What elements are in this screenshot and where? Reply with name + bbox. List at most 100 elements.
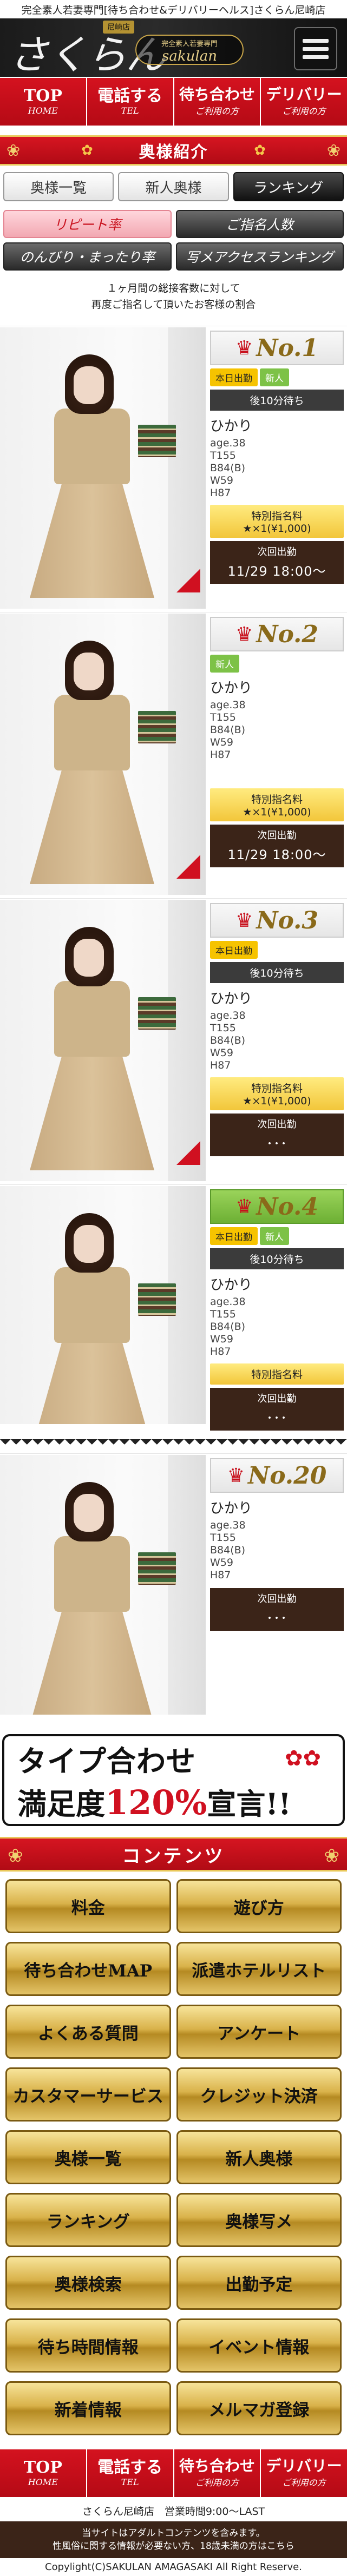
content-button-survey[interactable]: アンケート [176,2005,342,2059]
nav-label: TOP [23,86,62,106]
tag-today: 本日出勤 [210,368,258,386]
girl-name[interactable]: ひかり [210,677,344,697]
rank-number: No.2 [256,620,318,648]
profile-info: ♛ No.1 本日出勤 新人 後10分待ち ひかり age.38 T155 B84(B)… [206,327,347,609]
special-fee: 特別指名料 [210,1363,344,1385]
profile-photo[interactable] [0,1186,206,1424]
profile-photo[interactable] [0,327,206,609]
menu-bar [303,47,329,51]
tag-today: 本日出勤 [210,941,258,959]
next-shift: 次回出勤 11/29 18:00～ [210,825,344,867]
menu-bar [303,38,329,43]
nav-meet[interactable]: 待ち合わせ ご利用の方 [174,2449,261,2497]
rank-number: No.3 [256,906,318,934]
nav-top[interactable]: TOP HOME [0,78,87,126]
ranking-card[interactable]: ♛ No.4 本日出勤 新人 後10分待ち ひかり age.38 T155 B84(B)… [0,1184,347,1434]
ranking-description: １ヶ月間の総接客数に対して 再度ご指名して頂いたお客様の割合 [0,276,347,326]
nav-delivery[interactable]: デリバリー ご利用の方 [261,2449,347,2497]
nav-top[interactable]: TOP HOME [0,2449,87,2497]
corner-arrow-icon [176,569,200,592]
content-button-search[interactable]: 奥様検索 [5,2256,171,2310]
subtab-relaxed-rate[interactable]: のんびり・まったり率 [3,242,172,271]
content-button-ranking[interactable]: ランキング [5,2193,171,2247]
rank-number: No.20 [247,1461,327,1490]
ranking-card[interactable]: ♛ No.3 本日出勤 後10分待ち ひかり age.38 T155 B84(B) W5… [0,898,347,1184]
contents-grid: 料金 遊び方 待ち合わせMAP 派遣ホテルリスト よくある質問 アンケート カス… [0,1872,347,2443]
content-button-news[interactable]: 新着情報 [5,2381,171,2435]
crown-icon: ♛ [235,623,253,645]
flower-icon: ❀ [324,1845,340,1867]
nav-tel[interactable]: 電話する TEL [87,78,174,126]
content-button-new[interactable]: 新人奥様 [176,2130,342,2184]
tab-ranking[interactable]: ランキング [233,172,344,201]
nav-delivery[interactable]: デリバリー ご利用の方 [261,78,347,126]
promo-banner[interactable]: タイプ合わせ 満足度120%宣言!! ✿✿ [2,1734,345,1826]
profile-photo[interactable] [0,900,206,1181]
header: さくらん 尼崎店 完全素人若妻専門 sakulan [0,18,347,77]
profile-stats: age.38 T155 B84(B) W59 H87 [210,437,246,499]
content-button-howto[interactable]: 遊び方 [176,1879,342,1933]
profile-info: ♛ No.4 本日出勤 新人 後10分待ち ひかり age.38 T155 B84(B)… [206,1186,347,1431]
nav-sub: ご利用の方 [282,2477,326,2488]
content-button-newsletter[interactable]: メルマガ登録 [176,2381,342,2435]
nav-sub: TEL [121,2477,139,2488]
special-fee: 特別指名料 ★×1(¥1,000) [210,788,344,821]
profile-stats: age.38 T155 B84(B) W59 H87 [210,1519,246,1581]
tag-today: 本日出勤 [210,1227,258,1245]
content-button-faq[interactable]: よくある質問 [5,2005,171,2059]
rank-number: No.1 [256,334,318,362]
content-button-map[interactable]: 待ち合わせMAP [5,1942,171,1996]
disclaimer-line: 当サイトはアダルトコンテンツを含みます。 [82,2528,265,2539]
shop-hours: さくらん尼崎店 営業時間9:00～LAST [82,2506,265,2518]
hamburger-menu-icon[interactable] [294,27,337,70]
nav-label: デリバリー [266,85,342,104]
tag-new: 新人 [260,1227,289,1245]
girl-name[interactable]: ひかり [210,1274,344,1294]
contents-title: コンテンツ [122,1845,225,1867]
nav-sub: HOME [28,2477,58,2488]
special-fee: 特別指名料 ★×1(¥1,000) [210,505,344,538]
rank-badge: ♛ No.1 [210,331,344,365]
nav-sub: ご利用の方 [195,106,239,116]
content-button-photos[interactable]: 奥様写メ [176,2193,342,2247]
next-shift: 次回出勤 ･･･ [210,1388,344,1431]
ranking-card[interactable]: ♛ No.1 本日出勤 新人 後10分待ち ひかり age.38 T155 B84(B)… [0,326,347,612]
description-line: 再度ご指名して頂いたお客様の割合 [91,299,256,311]
site-tagline: 完全素人若妻専門[待ち合わせ&デリバリーヘルス]さくらん尼崎店 [0,0,347,18]
wait-time: 後10分待ち [210,390,344,411]
flower-icon: ❀ [6,141,21,160]
nav-meet[interactable]: 待ち合わせ ご利用の方 [174,78,261,126]
content-button-price[interactable]: 料金 [5,1879,171,1933]
rank-badge: ♛ No.20 [210,1458,344,1493]
tab-new[interactable]: 新人奥様 [118,172,229,201]
nav-label: 電話する [97,2458,163,2477]
sakura-icon: ✿✿ [284,1746,321,1771]
subtab-repeat-rate[interactable]: リピート率 [3,210,172,238]
banner-line2: 満足度120%宣言!! [17,1783,291,1822]
girl-name[interactable]: ひかり [210,1497,344,1517]
subtab-photo-ranking[interactable]: 写メアクセスランキング [175,242,344,271]
nav-sub: TEL [121,106,139,116]
tag-new: 新人 [260,368,289,386]
profile-photo[interactable] [0,1455,206,1715]
ranking-card[interactable]: ♛ No.2 新人 ひかり age.38 T155 B84(B) W59 H87 特別指名… [0,612,347,898]
content-button-list[interactable]: 奥様一覧 [5,2130,171,2184]
content-button-customer-service[interactable]: カスタマーサービス [5,2067,171,2122]
logo-script-text: sakulan [162,48,217,64]
next-shift: 次回出勤 ･･･ [210,1114,344,1156]
content-button-hotels[interactable]: 派遣ホテルリスト [176,1942,342,1996]
subtab-nominations[interactable]: ご指名人数 [175,210,344,238]
nav-tel[interactable]: 電話する TEL [87,2449,174,2497]
content-button-schedule[interactable]: 出勤予定 [176,2256,342,2310]
rank-badge: ♛ No.4 [210,1189,344,1224]
content-button-events[interactable]: イベント情報 [176,2318,342,2373]
girl-name[interactable]: ひかり [210,415,344,435]
content-button-credit[interactable]: クレジット決済 [176,2067,342,2122]
disclaimer-link[interactable]: 性風俗に関する情報が必要ない方、18歳未満の方はこちら [0,2540,347,2553]
content-button-wait-time[interactable]: 待ち時間情報 [5,2318,171,2373]
profile-photo[interactable] [0,614,206,895]
ranking-card[interactable]: ♛ No.20 ひかり age.38 T155 B84(B) W59 H87 次回出勤 ･･… [0,1453,347,1718]
tab-list[interactable]: 奥様一覧 [3,172,114,201]
girl-name[interactable]: ひかり [210,987,344,1007]
nav-label: 電話する [97,86,163,106]
